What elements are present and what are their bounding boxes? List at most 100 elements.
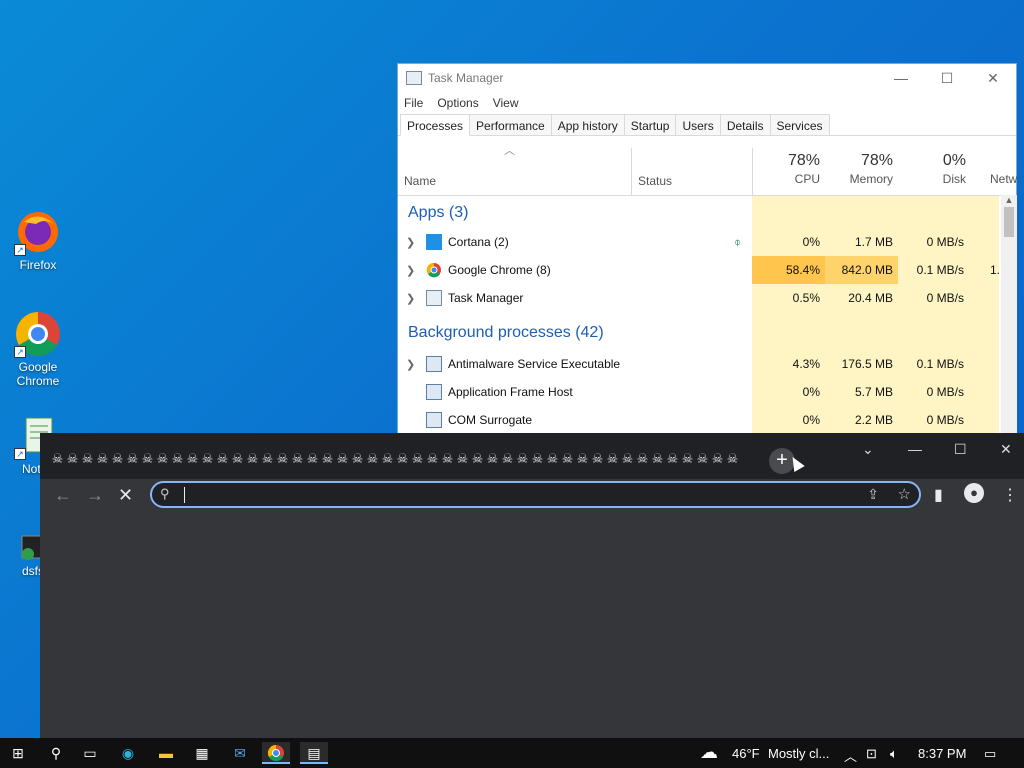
minimize-icon[interactable]: — xyxy=(908,441,922,457)
browser-tab[interactable]: ☠ xyxy=(185,451,200,467)
browser-tab[interactable]: ☠ xyxy=(215,451,230,467)
stop-loading-icon[interactable]: ✕ xyxy=(118,485,133,506)
browser-tab[interactable]: ☠ xyxy=(245,451,260,467)
browser-tab[interactable]: ☠ xyxy=(530,451,545,467)
omnibox[interactable]: ⚲ ⇪ ☆ xyxy=(150,481,921,508)
browser-tab[interactable]: ☠ xyxy=(560,451,575,467)
tab-users[interactable]: Users xyxy=(675,114,721,135)
browser-tab[interactable]: ☠ xyxy=(50,451,65,467)
maximize-icon[interactable]: ☐ xyxy=(924,70,970,87)
expand-chevron-icon[interactable]: ❯ xyxy=(406,292,415,305)
column-status[interactable]: Status xyxy=(638,174,672,188)
browser-tab[interactable]: ☠ xyxy=(605,451,620,467)
browser-tab[interactable]: ☠ xyxy=(95,451,110,467)
tab-search-icon[interactable]: ⌄ xyxy=(862,441,874,458)
browser-tab[interactable]: ☠ xyxy=(80,451,95,467)
browser-tab[interactable]: ☠ xyxy=(635,451,650,467)
browser-tab[interactable]: ☠ xyxy=(110,451,125,467)
menu-kebab-icon[interactable]: ⋮ xyxy=(1002,485,1018,505)
browser-tab[interactable]: ☠ xyxy=(500,451,515,467)
desktop-icon-chrome[interactable]: ↗ Google Chrome xyxy=(0,310,76,388)
scroll-up-icon[interactable]: ▲ xyxy=(1001,195,1017,205)
browser-tab[interactable]: ☠ xyxy=(575,451,590,467)
task-view-icon[interactable]: ▭ xyxy=(76,742,104,764)
column-memory[interactable]: 78% Memory xyxy=(827,152,893,186)
scroll-thumb[interactable] xyxy=(1004,207,1014,237)
tab-services[interactable]: Services xyxy=(769,114,830,135)
browser-tab[interactable]: ☠ xyxy=(140,451,155,467)
back-icon[interactable]: ← xyxy=(54,485,72,506)
chrome-taskbar-icon[interactable] xyxy=(262,742,290,764)
browser-tab[interactable]: ☠ xyxy=(155,451,170,467)
close-icon[interactable]: ✕ xyxy=(1000,441,1012,458)
process-row[interactable]: Application Frame Host 0% 5.7 MB 0 MB/s xyxy=(398,378,1016,406)
mail-icon[interactable]: ✉ xyxy=(226,742,254,764)
browser-tab[interactable]: ☠ xyxy=(470,451,485,467)
browser-tab[interactable]: ☠ xyxy=(545,451,560,467)
browser-tab[interactable]: ☠ xyxy=(410,451,425,467)
browser-tab[interactable]: ☠ xyxy=(650,451,665,467)
tab-details[interactable]: Details xyxy=(719,114,771,135)
process-row[interactable]: ❯ Google Chrome (8) 58.4% 842.0 MB 0.1 M… xyxy=(398,256,1016,284)
minimize-icon[interactable]: — xyxy=(878,70,924,87)
browser-tab[interactable]: ☠ xyxy=(665,451,680,467)
side-panel-icon[interactable]: ▮ xyxy=(934,485,943,505)
bookmark-star-icon[interactable]: ☆ xyxy=(898,485,911,503)
browser-tab[interactable]: ☠ xyxy=(350,451,365,467)
tab-processes[interactable]: Processes xyxy=(400,114,471,136)
weather-icon[interactable]: ☁ xyxy=(700,742,718,763)
process-row[interactable]: ❯ Cortana (2) ⌽ 0% 1.7 MB 0 MB/s xyxy=(398,228,1016,256)
show-hidden-icons-icon[interactable]: ︿ xyxy=(844,746,857,765)
browser-tab[interactable]: ☠ xyxy=(335,451,350,467)
browser-tab[interactable]: ☠ xyxy=(125,451,140,467)
close-icon[interactable]: ✕ xyxy=(970,70,1016,87)
browser-tab[interactable]: ☠ xyxy=(230,451,245,467)
browser-tab[interactable]: ☠ xyxy=(455,451,470,467)
menu-file[interactable]: File xyxy=(404,96,423,110)
forward-icon[interactable]: → xyxy=(86,485,104,506)
column-cpu[interactable]: 78% CPU xyxy=(754,152,820,186)
browser-tab[interactable]: ☠ xyxy=(365,451,380,467)
network-icon[interactable]: ⊡ xyxy=(866,746,877,762)
expand-chevron-icon[interactable]: ❯ xyxy=(406,358,415,371)
browser-tab[interactable]: ☠ xyxy=(485,451,500,467)
column-disk[interactable]: 0% Disk xyxy=(900,152,966,186)
browser-tab[interactable]: ☠ xyxy=(65,451,80,467)
browser-tab[interactable]: ☠ xyxy=(320,451,335,467)
browser-tab[interactable]: ☠ xyxy=(710,451,725,467)
browser-tab[interactable]: ☠ xyxy=(425,451,440,467)
browser-tab[interactable]: ☠ xyxy=(620,451,635,467)
browser-tab[interactable]: ☠ xyxy=(380,451,395,467)
desktop-icon-firefox[interactable]: ↗ Firefox xyxy=(0,208,76,272)
expand-chevron-icon[interactable]: ❯ xyxy=(406,264,415,277)
scrollbar[interactable]: ▲ xyxy=(1001,195,1017,443)
task-manager-titlebar[interactable]: Task Manager — ☐ ✕ xyxy=(398,64,1016,92)
share-icon[interactable]: ⇪ xyxy=(867,486,879,503)
browser-tab[interactable]: ☠ xyxy=(170,451,185,467)
browser-tab[interactable]: ☠ xyxy=(395,451,410,467)
browser-tab[interactable]: ☠ xyxy=(305,451,320,467)
search-icon[interactable]: ⚲ xyxy=(42,742,70,764)
column-name[interactable]: Name xyxy=(404,174,436,188)
menu-options[interactable]: Options xyxy=(437,96,478,110)
tab-performance[interactable]: Performance xyxy=(469,114,552,135)
profile-avatar-icon[interactable]: ● xyxy=(964,483,984,503)
store-icon[interactable]: ▦ xyxy=(188,742,216,764)
browser-tab[interactable]: ☠ xyxy=(200,451,215,467)
clock[interactable]: 8:37 PM xyxy=(918,746,966,761)
weather-temp[interactable]: 46°F xyxy=(732,746,760,761)
notifications-icon[interactable]: ▭ xyxy=(984,746,996,762)
tab-app-history[interactable]: App history xyxy=(550,114,625,135)
browser-tab[interactable]: ☠ xyxy=(725,451,740,467)
process-row[interactable]: ❯ Task Manager 0.5% 20.4 MB 0 MB/s xyxy=(398,284,1016,312)
process-row[interactable]: ❯ Antimalware Service Executable 4.3% 17… xyxy=(398,350,1016,378)
column-network[interactable]: Netw xyxy=(990,152,1020,186)
file-explorer-icon[interactable]: ▬ xyxy=(152,742,180,764)
expand-chevron-icon[interactable]: ❯ xyxy=(406,236,415,249)
browser-tab[interactable]: ☠ xyxy=(260,451,275,467)
browser-tab[interactable]: ☠ xyxy=(680,451,695,467)
tab-startup[interactable]: Startup xyxy=(623,114,677,135)
taskmanager-taskbar-icon[interactable]: ▤ xyxy=(300,742,328,764)
browser-tab[interactable]: ☠ xyxy=(275,451,290,467)
browser-tab[interactable]: ☠ xyxy=(440,451,455,467)
